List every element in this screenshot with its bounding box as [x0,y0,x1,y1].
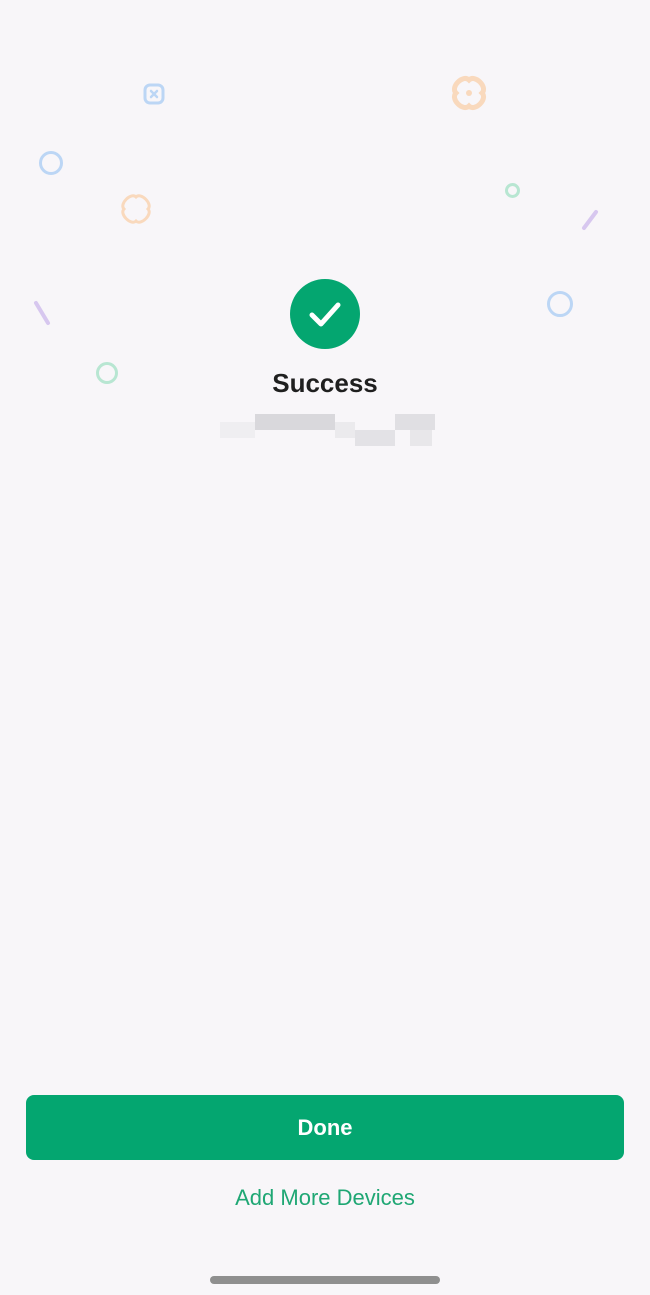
device-name-text [220,414,435,446]
confetti-cross-icon [143,83,165,105]
confetti-ring-icon [547,291,573,317]
confetti-dash-icon [582,210,598,230]
page-title: Success [272,368,378,398]
confetti-ring-icon [505,183,520,198]
home-indicator [210,1276,440,1284]
done-button[interactable]: Done [26,1095,624,1160]
confetti-cross-icon [121,194,151,224]
add-more-devices-link[interactable]: Add More Devices [0,1183,650,1213]
checkmark-circle-icon [290,279,360,349]
checkmark-icon [309,302,341,327]
confetti-ring-icon [39,151,63,175]
confetti-dash-icon [34,301,50,325]
confetti-cross-icon [452,76,486,110]
